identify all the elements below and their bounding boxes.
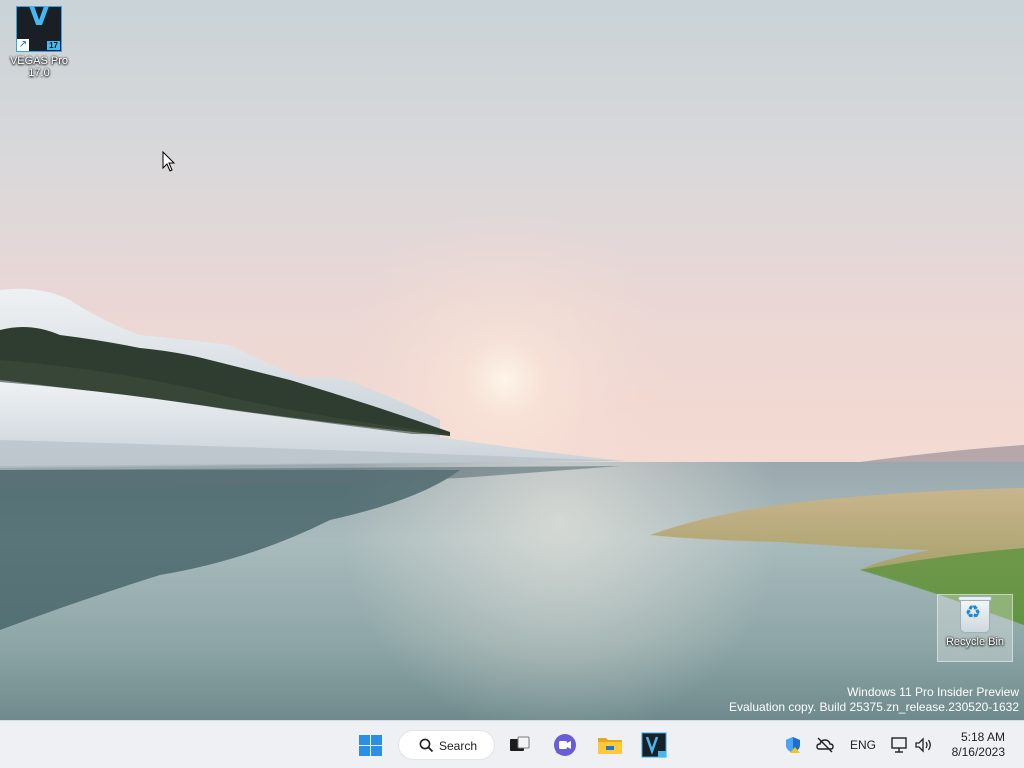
- display-icon[interactable]: [890, 736, 910, 754]
- security-shield-icon[interactable]: [784, 736, 802, 754]
- watermark-line-1: Windows 11 Pro Insider Preview: [847, 685, 1019, 699]
- input-language-indicator[interactable]: ENG: [850, 738, 876, 752]
- recycle-bin-icon: ♻: [958, 596, 992, 633]
- vegas-glyph: V: [29, 2, 50, 32]
- windows-logo-icon: [359, 735, 383, 757]
- shortcut-arrow-icon: ↗: [17, 39, 29, 51]
- vegas-pro-icon: V 17 ↗: [16, 2, 62, 52]
- file-explorer-button[interactable]: [594, 729, 626, 761]
- search-label: Search: [439, 739, 478, 753]
- volume-icon[interactable]: [914, 736, 934, 754]
- recycle-symbol-icon: ♻: [965, 602, 982, 622]
- desktop[interactable]: V 17 ↗ VEGAS Pro 17.0 ♻ Recycle Bin Wind…: [0, 0, 1024, 720]
- version-badge: 17: [47, 41, 60, 50]
- clock-time: 5:18 AM: [960, 730, 1005, 744]
- task-view-icon: [510, 736, 530, 751]
- desktop-icon-recycle-bin[interactable]: ♻ Recycle Bin: [937, 594, 1013, 662]
- mouse-pointer-icon: [162, 151, 176, 172]
- search-button[interactable]: Search: [398, 730, 495, 760]
- desktop-icon-label: VEGAS Pro 17.0: [9, 55, 69, 79]
- wallpaper: [0, 180, 1024, 720]
- start-button[interactable]: [355, 729, 387, 761]
- watermark-line-2: Evaluation copy. Build 25375.zn_release.…: [729, 700, 1019, 714]
- search-icon: [419, 738, 434, 753]
- clock-date: 8/16/2023: [951, 745, 1005, 759]
- task-view-button[interactable]: [503, 729, 535, 761]
- evaluation-watermark: Windows 11 Pro Insider Preview Evaluatio…: [729, 685, 1019, 715]
- vegas-pro-icon: [641, 732, 667, 758]
- chat-icon: [554, 734, 576, 756]
- taskbar: Search ENG 5:18 AM 8/16/2023: [0, 720, 1024, 768]
- desktop-icon-vegas-pro[interactable]: V 17 ↗ VEGAS Pro 17.0: [2, 2, 76, 79]
- desktop-icon-label: Recycle Bin: [945, 636, 1005, 648]
- folder-icon: [598, 738, 622, 754]
- clock[interactable]: 5:18 AM 8/16/2023: [952, 730, 1005, 760]
- chat-button[interactable]: [549, 729, 581, 761]
- vegas-pro-taskbar-button[interactable]: [638, 729, 670, 761]
- network-offline-icon[interactable]: [815, 736, 835, 754]
